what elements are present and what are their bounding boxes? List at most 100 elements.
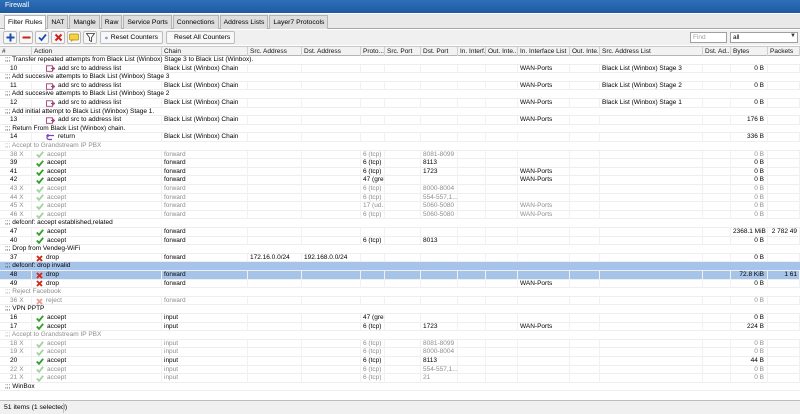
rule-row[interactable]: 42 accept forward 47 (gre) WAN-Ports 0 B bbox=[0, 176, 800, 185]
rule-packets bbox=[768, 167, 800, 177]
rule-row[interactable]: 37 drop forward 172.16.0.0/24 192.168.0.0/24… bbox=[0, 253, 800, 263]
column-header[interactable]: Out. Inte... bbox=[570, 47, 600, 56]
rule-row[interactable]: 36 Xreject forward 0 B bbox=[0, 296, 800, 306]
comment-row[interactable]: ;;; Accept to Grandstream IP PBX bbox=[0, 142, 800, 151]
rule-action-label: accept bbox=[47, 228, 67, 235]
rule-row[interactable]: 48 drop forward 72.8 KiB 1 61 bbox=[0, 271, 800, 280]
rule-row[interactable]: 43 Xaccept forward 6 (tcp) 8000-8004 0 B bbox=[0, 185, 800, 194]
tab-nat[interactable]: NAT bbox=[47, 15, 69, 29]
rule-dst-port: 21 bbox=[421, 374, 458, 383]
rule-row[interactable]: 41 accept forward 6 (tcp) 1723 WAN-Ports 0 B bbox=[0, 167, 800, 177]
rule-row[interactable]: 11 add src to address list Black List (Win… bbox=[0, 81, 800, 91]
add-button[interactable] bbox=[3, 31, 17, 44]
column-header[interactable]: Action bbox=[32, 47, 162, 56]
column-header[interactable]: Out. Inte... bbox=[486, 47, 518, 56]
comment-row[interactable]: ;;; Add initial attempt to Black List (W… bbox=[0, 107, 800, 117]
rule-row[interactable]: 44 Xaccept forward 6 (tcp) 554-557,1... 0 B bbox=[0, 193, 800, 203]
column-header[interactable]: Dst. Ad... bbox=[703, 47, 731, 56]
find-input[interactable] bbox=[690, 32, 727, 43]
rule-in-interface bbox=[458, 374, 486, 383]
reset-all-counters-button[interactable]: Reset All Counters bbox=[166, 31, 235, 44]
disable-button[interactable] bbox=[51, 31, 65, 44]
column-header[interactable]: Bytes bbox=[731, 47, 768, 56]
rule-row[interactable]: 46 Xaccept forward 6 (tcp) 5060-5080 WAN-Port… bbox=[0, 210, 800, 220]
comment-row[interactable]: ;;; Add succesive attempts to Black List… bbox=[0, 73, 800, 82]
rule-comment: ;;; defconf: accept established,related bbox=[5, 219, 113, 227]
tab-service-ports[interactable]: Service Ports bbox=[123, 15, 172, 29]
rule-row[interactable]: 17 accept input 6 (tcp) 1723 WAN-Ports 224 B bbox=[0, 322, 800, 332]
rule-row[interactable]: 16 accept input 47 (gre) 0 B bbox=[0, 314, 800, 323]
column-header[interactable]: Chain bbox=[162, 47, 248, 56]
rule-number-value: 22 bbox=[10, 365, 18, 373]
rule-row[interactable]: 21 Xaccept input 6 (tcp) 21 0 B bbox=[0, 374, 800, 383]
rule-src-address-list bbox=[600, 314, 703, 323]
comment-row[interactable]: ;;; Reject Facebook bbox=[0, 288, 800, 297]
rule-in-interface bbox=[458, 279, 486, 289]
comment-row[interactable]: ;;; defconf: accept established,related bbox=[0, 219, 800, 228]
rule-src-address bbox=[248, 133, 302, 142]
rule-dst-address bbox=[302, 202, 361, 211]
comment-row[interactable]: ;;; Add succesive attempts to Black List… bbox=[0, 90, 800, 99]
column-header[interactable]: Packets bbox=[768, 47, 800, 56]
rule-action: accept bbox=[32, 193, 162, 203]
comment-button[interactable] bbox=[67, 31, 81, 44]
rule-in-interface-list: WAN-Ports bbox=[518, 202, 570, 211]
comment-row[interactable]: ;;; Transfer repeated attempts from Blac… bbox=[0, 56, 800, 65]
rule-row[interactable]: 49 drop forward WAN-Ports 0 B bbox=[0, 279, 800, 289]
column-header[interactable]: In. Interface List bbox=[518, 47, 570, 56]
rule-dst-address-list bbox=[703, 339, 731, 349]
rule-row[interactable]: 10 add src to address list Black List (Win… bbox=[0, 64, 800, 74]
rule-row[interactable]: 14 return Black List (Winbox) Chain 336 B bbox=[0, 133, 800, 142]
rule-action: drop bbox=[32, 253, 162, 263]
rule-row[interactable]: 18 Xaccept input 6 (tcp) 8081-8099 0 B bbox=[0, 339, 800, 349]
rule-packets bbox=[768, 210, 800, 220]
rule-number: 44 X bbox=[0, 193, 32, 203]
tab-mangle[interactable]: Mangle bbox=[69, 15, 100, 29]
tab-address-lists[interactable]: Address Lists bbox=[219, 15, 269, 29]
comment-row[interactable]: ;;; Return From Black List (Winbox) chai… bbox=[0, 124, 800, 134]
tab-filter-rules[interactable]: Filter Rules bbox=[4, 15, 47, 30]
rule-chain: forward bbox=[162, 228, 248, 237]
rule-protocol: 6 (tcp) bbox=[361, 357, 385, 366]
rule-row[interactable]: 39 accept forward 6 (tcp) 8113 0 B bbox=[0, 159, 800, 168]
rule-row[interactable]: 45 Xaccept forward 17 (ud... 5060-5080 WAN-Po… bbox=[0, 202, 800, 211]
rule-row[interactable]: 20 accept input 6 (tcp) 8113 44 B bbox=[0, 357, 800, 366]
column-header[interactable]: Src. Address bbox=[248, 47, 302, 56]
rule-dst-port bbox=[421, 228, 458, 237]
column-header[interactable]: Dst. Address bbox=[302, 47, 361, 56]
rule-bytes: 0 B bbox=[731, 202, 768, 211]
filter-button[interactable] bbox=[83, 31, 97, 44]
column-header[interactable]: Proto... bbox=[361, 47, 385, 56]
comment-row[interactable]: ;;; Accept to Grandstream IP PBX bbox=[0, 331, 800, 340]
enable-button[interactable] bbox=[35, 31, 49, 44]
rule-row[interactable]: 13 add src to address list Black List (Win… bbox=[0, 116, 800, 125]
tab-layer7-protocols[interactable]: Layer7 Protocols bbox=[269, 15, 329, 29]
comment-row[interactable]: ;;; defconf: drop invalid bbox=[0, 262, 800, 271]
rule-src-port bbox=[385, 159, 421, 168]
reset-counters-button[interactable]: Reset Counters bbox=[100, 31, 163, 44]
tab-connections[interactable]: Connections bbox=[172, 15, 219, 29]
column-header[interactable]: # bbox=[0, 47, 32, 56]
rule-protocol bbox=[361, 99, 385, 108]
rule-row[interactable]: 47 accept forward 2368.1 MiB 2 782 49 bbox=[0, 228, 800, 237]
rule-src-address-list: Black List (Winbox) Stage 1 bbox=[600, 99, 703, 108]
rule-row[interactable]: 40 accept forward 6 (tcp) 8013 0 B bbox=[0, 236, 800, 246]
rule-src-port bbox=[385, 322, 421, 332]
comment-row[interactable]: ;;; VPN PPTP bbox=[0, 305, 800, 314]
column-header[interactable]: Src. Address List bbox=[600, 47, 703, 56]
remove-button[interactable] bbox=[19, 31, 33, 44]
rule-row[interactable]: 22 Xaccept input 6 (tcp) 554-557,1... 0 B bbox=[0, 365, 800, 375]
column-header[interactable]: Src. Port bbox=[385, 47, 421, 56]
rule-row[interactable]: 12 add src to address list Black List (Win… bbox=[0, 99, 800, 108]
rule-row[interactable]: 19 Xaccept input 6 (tcp) 8000-8004 0 B bbox=[0, 348, 800, 357]
column-header[interactable]: Dst. Port bbox=[421, 47, 458, 56]
column-header[interactable]: In. Interf... bbox=[458, 47, 486, 56]
rule-number: 18 X bbox=[0, 339, 32, 349]
rule-dst-port: 1723 bbox=[421, 167, 458, 177]
rule-row[interactable]: 38 Xaccept forward 6 (tcp) 8081-8099 0 B bbox=[0, 150, 800, 160]
comment-row[interactable]: ;;; Drop from Vendeg-WiFi bbox=[0, 245, 800, 254]
rule-dst-port: 5060-5080 bbox=[421, 202, 458, 211]
tab-raw[interactable]: Raw bbox=[100, 15, 123, 29]
filter-select[interactable]: all ▼ bbox=[730, 32, 798, 43]
comment-row[interactable]: ;;; WinBox bbox=[0, 382, 800, 392]
